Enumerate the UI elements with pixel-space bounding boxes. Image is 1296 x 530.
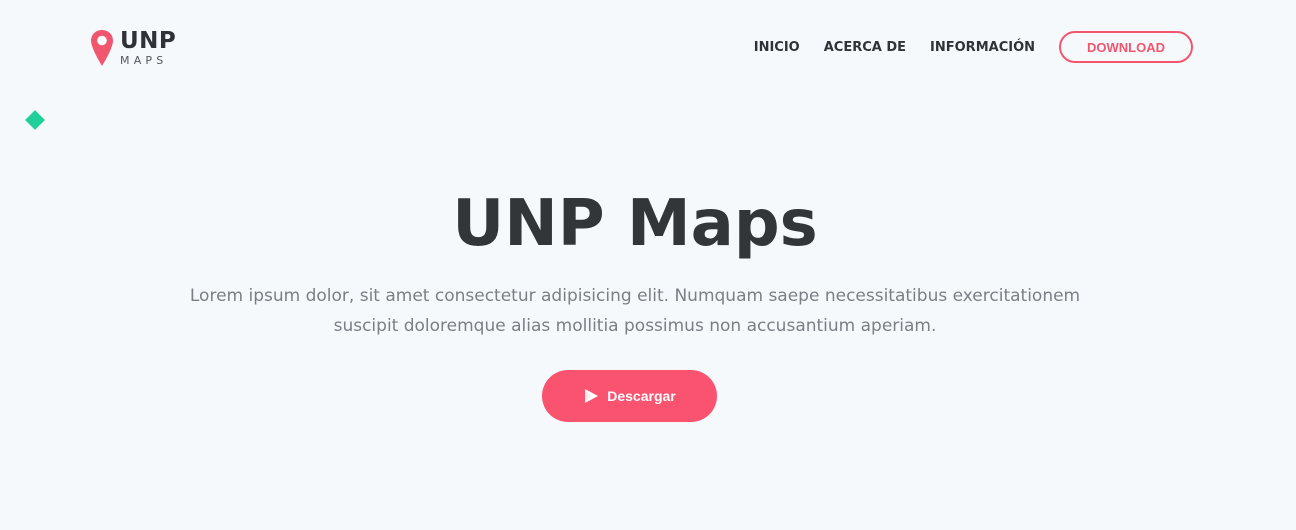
landing-page: UNP MAPS INICIO ACERCA DE INFORMACIÓN DO… (0, 0, 1296, 530)
nav-item-acerca-de[interactable]: ACERCA DE (824, 40, 906, 55)
brand-name: UNP (120, 28, 177, 54)
hero-description: Lorem ipsum dolor, sit amet consectetur … (189, 286, 1081, 336)
brand-logo[interactable]: UNP MAPS (90, 29, 176, 67)
map-pin-icon (91, 30, 113, 66)
download-button-label: Descargar (607, 388, 676, 404)
main-nav: INICIO ACERCA DE INFORMACIÓN DOWNLOAD (754, 31, 1193, 63)
nav-item-informacion[interactable]: INFORMACIÓN (930, 40, 1035, 55)
brand-text: UNP MAPS (120, 28, 177, 67)
nav-download-button[interactable]: DOWNLOAD (1059, 31, 1193, 63)
hero-title: UNP Maps (452, 187, 818, 261)
decorative-diamond (25, 110, 45, 130)
nav-item-inicio[interactable]: INICIO (754, 40, 800, 55)
brand-subtitle: MAPS (120, 54, 168, 67)
download-button[interactable]: Descargar (542, 370, 717, 422)
play-icon (585, 389, 599, 403)
